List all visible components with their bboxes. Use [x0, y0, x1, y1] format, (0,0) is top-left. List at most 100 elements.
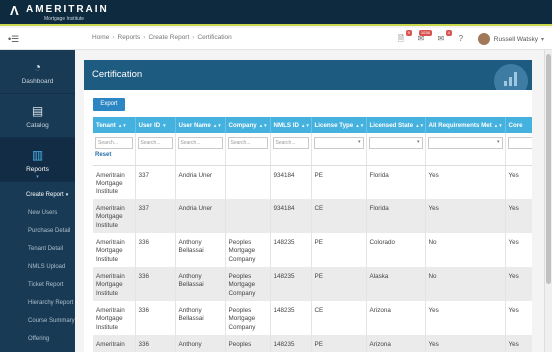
cell-license-type: PE: [311, 165, 367, 199]
sidebar-item-dashboard[interactable]: ◔ Dashboard: [0, 50, 75, 94]
filter-cell: Search... Reset: [93, 133, 136, 166]
cell-licensed-state: Arizona: [366, 301, 426, 335]
tenant-filter-input[interactable]: Search...: [95, 137, 133, 149]
reports-icon: ▥: [31, 148, 44, 162]
table-row[interactable]: Ameritrain 336 Anthony Peoples 148235 PE…: [93, 335, 532, 352]
cell-nmls-id: 148235: [270, 301, 312, 335]
sidebar-item-reports[interactable]: ▥ Reports ▾: [0, 138, 75, 182]
card-header: Certification: [84, 60, 532, 90]
cell-core: Yes: [505, 233, 532, 267]
cell-user-id: 336: [135, 233, 176, 267]
sidebar-item-catalog[interactable]: ▤ Catalog: [0, 94, 75, 138]
sort-down-icon: ▼: [162, 122, 167, 128]
table-row[interactable]: Ameritrain Mortgage Institute 337 Andria…: [93, 199, 532, 233]
column-header-tenant[interactable]: Tenant ▲▼: [93, 117, 136, 133]
submenu-offering[interactable]: Offering: [0, 330, 75, 348]
column-header-user-name[interactable]: User Name ▲▼: [175, 117, 226, 133]
cell-user-name: Anthony Bellassai: [175, 267, 226, 301]
page-scrollbar[interactable]: [544, 50, 552, 352]
report-table-container[interactable]: Tenant ▲▼ User ID ▼ User Name ▲▼ Company ▲▼ …: [93, 117, 532, 352]
table-row[interactable]: Ameritrain Mortgage Institute 336 Anthon…: [93, 301, 532, 335]
column-header-label: User ID: [138, 121, 161, 129]
sidebar: ◔ Dashboard ▤ Catalog ▥ Reports ▾ Create…: [0, 50, 75, 352]
submenu-course-summary[interactable]: Course Summary: [0, 312, 75, 330]
core-filter-select[interactable]: [507, 137, 532, 149]
breadcrumb-create-report[interactable]: Create Report: [148, 34, 189, 41]
requirements-met-filter-select[interactable]: [427, 137, 503, 149]
submenu-nmls-upload[interactable]: NMLS Upload: [0, 258, 75, 276]
cell-nmls-id: 148235: [270, 233, 312, 267]
column-header-all-requirements-met[interactable]: All Requirements Met ▲▼: [425, 117, 506, 133]
cell-user-id: 337: [135, 165, 176, 199]
cell-license-type: PE: [311, 233, 367, 267]
table-row[interactable]: Ameritrain Mortgage Institute 336 Anthon…: [93, 233, 532, 267]
column-header-label: User Name: [178, 121, 211, 129]
avatar[interactable]: [477, 33, 490, 45]
licensed-state-filter-select[interactable]: [368, 137, 423, 149]
sort-icon: ▲▼: [300, 122, 310, 128]
sort-icon: ▲▼: [493, 122, 503, 128]
cell-user-name: Anthony Bellassai: [175, 233, 226, 267]
logo[interactable]: Ʌ AMERITRAIN Mortgage Institute: [10, 3, 130, 25]
cell-requirements-met: No: [425, 233, 506, 267]
help-icon[interactable]: ?: [454, 32, 468, 46]
table-row[interactable]: Ameritrain Mortgage Institute 336 Anthon…: [93, 267, 532, 301]
report-table: Tenant ▲▼ User ID ▼ User Name ▲▼ Company ▲▼ …: [93, 117, 532, 352]
scrollbar-thumb[interactable]: [546, 54, 551, 284]
cell-licensed-state: Arizona: [366, 335, 426, 352]
column-header-core[interactable]: Core: [505, 117, 532, 133]
license-type-filter-select[interactable]: [313, 137, 364, 149]
cell-core: Yes: [505, 301, 532, 335]
cell-company: Peoples Mortgage Company: [225, 301, 271, 335]
page-title: Certification: [92, 69, 143, 80]
column-header-license-type[interactable]: License Type ▲▼: [311, 117, 367, 133]
chevron-down-icon[interactable]: ▾: [541, 36, 544, 43]
breadcrumb-home[interactable]: Home: [92, 34, 109, 41]
alert-icon[interactable]: 🗎 9: [394, 30, 412, 46]
logo-tagline: Mortgage Institute: [44, 16, 85, 22]
submenu-ticket-report[interactable]: Ticket Report: [0, 276, 75, 294]
menu-toggle-icon[interactable]: •☰: [8, 34, 20, 44]
breadcrumb: Home › Reports › Create Report › Certification: [92, 34, 232, 41]
submenu-purchase-detail[interactable]: Purchase Detail: [0, 222, 75, 240]
logo-name: AMERITRAIN: [26, 4, 109, 15]
column-header-nmls-id[interactable]: NMLS ID ▲▼: [270, 117, 312, 133]
sort-icon: ▲▼: [415, 122, 425, 128]
user-name-filter-input[interactable]: Search...: [177, 137, 223, 149]
user-name[interactable]: Russell Watsky: [494, 36, 538, 43]
cell-tenant: Ameritrain: [93, 335, 136, 352]
cell-user-name: Anthony Bellassai: [175, 301, 226, 335]
breadcrumb-reports[interactable]: Reports: [118, 34, 141, 41]
cell-user-id: 337: [135, 199, 176, 233]
bell-icon[interactable]: ✉ 1036: [414, 30, 432, 46]
breadcrumb-separator: ›: [192, 34, 195, 41]
submenu-hierarchy-report[interactable]: Hierarchy Report: [0, 294, 75, 312]
cell-tenant: Ameritrain Mortgage Institute: [93, 301, 136, 335]
filter-cell: Search...: [225, 133, 271, 166]
cell-licensed-state: Florida: [366, 199, 426, 233]
cell-company: [225, 199, 271, 233]
column-header-label: License Type: [314, 121, 354, 129]
table-row[interactable]: Ameritrain Mortgage Institute 337 Andria…: [93, 165, 532, 199]
column-header-company[interactable]: Company ▲▼: [225, 117, 271, 133]
reset-link[interactable]: Reset: [95, 152, 133, 158]
column-header-label: Licensed State: [369, 121, 414, 129]
export-button[interactable]: Export: [93, 98, 125, 111]
envelope-icon[interactable]: ✉ 4: [434, 30, 452, 46]
submenu-new-users[interactable]: New Users: [0, 204, 75, 222]
nmls-id-filter-input[interactable]: Search...: [272, 137, 309, 149]
sidebar-item-label: Reports: [26, 166, 49, 173]
cell-tenant: Ameritrain Mortgage Institute: [93, 165, 136, 199]
submenu-tenant-detail[interactable]: Tenant Detail: [0, 240, 75, 258]
cell-core: Yes: [505, 335, 532, 352]
filter-cell: Search...: [270, 133, 312, 166]
cell-company: Peoples Mortgage Company: [225, 267, 271, 301]
company-filter-input[interactable]: Search...: [227, 137, 268, 149]
user-id-filter-input[interactable]: Search...: [137, 137, 173, 149]
column-header-licensed-state[interactable]: Licensed State ▲▼: [366, 117, 426, 133]
submenu-create-report[interactable]: Create Report ▾: [0, 186, 75, 204]
column-header-user-id[interactable]: User ID ▼: [135, 117, 176, 133]
cell-requirements-met: Yes: [425, 199, 506, 233]
notification-badge: 4: [445, 30, 452, 36]
cell-core: Yes: [505, 165, 532, 199]
